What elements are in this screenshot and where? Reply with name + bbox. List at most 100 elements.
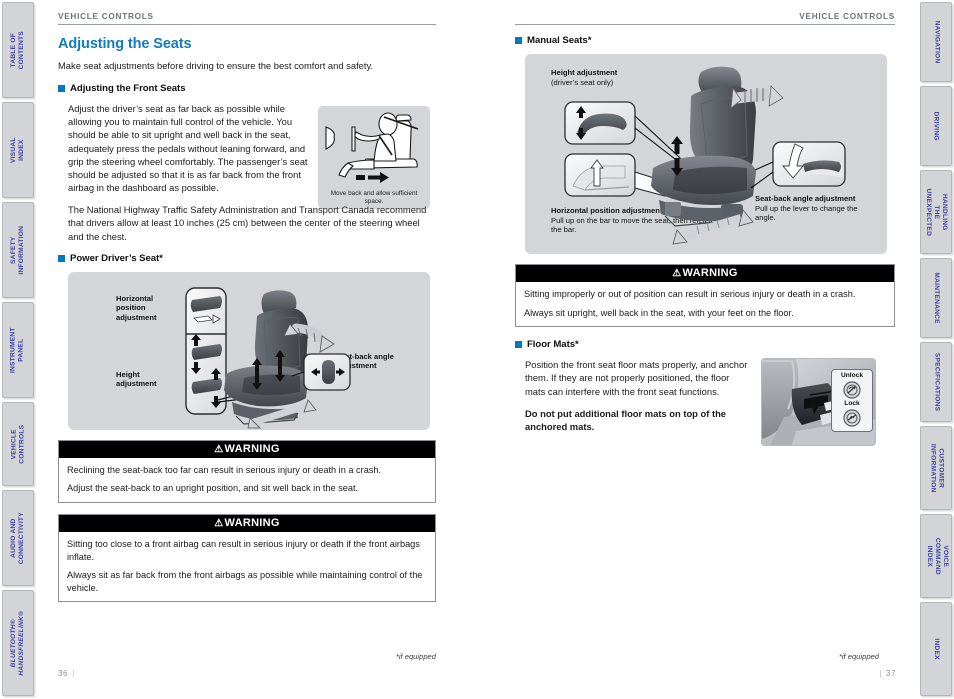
driver-posture-illustration	[325, 112, 419, 183]
left-page: VEHICLE CONTROLS Adjusting the Seats Mak…	[36, 0, 477, 699]
sidebar-tab-label: CUSTOMER INFORMATION	[929, 443, 945, 493]
folio-divider: |	[879, 669, 882, 678]
warning-title: WARNING	[224, 516, 280, 529]
sidebar-tab-label: VOICE COMMAND INDEX	[924, 537, 949, 575]
sidebar-tab-handling-the-unexpected[interactable]: HANDLING THE UNEXPECTED	[920, 170, 952, 254]
sidebar-tab-voice-command-index[interactable]: VOICE COMMAND INDEX	[920, 514, 952, 598]
warning-line: Always sit upright, well back in the sea…	[524, 307, 794, 318]
sidebar-tab-driving[interactable]: DRIVING	[920, 86, 952, 166]
right-page: VEHICLE CONTROLS Manual Seats* Height ad…	[477, 0, 918, 699]
sidebar-tab-label: INDEX	[933, 638, 941, 660]
sidebar-tab-label: SAFETY INFORMATION	[9, 225, 25, 275]
warning-header: ⚠WARNING	[59, 440, 435, 458]
section-heading-power-seat: Power Driver’s Seat*	[58, 253, 436, 264]
square-bullet-icon	[58, 254, 65, 262]
folio-divider: |	[72, 669, 75, 678]
figure-driver-posture: Move back and allow sufficient space.	[318, 106, 430, 210]
lock-label: Lock	[844, 400, 860, 408]
power-seat-illustration	[185, 287, 351, 429]
square-bullet-icon	[515, 37, 522, 44]
manual-spread: TABLE OF CONTENTS VISUAL INDEX SAFETY IN…	[0, 0, 954, 699]
section-heading-manual-seats: Manual Seats*	[515, 35, 895, 46]
sidebar-tab-navigation[interactable]: NAVIGATION	[920, 2, 952, 82]
floor-mats-paragraph-2: Do not put additional floor mats on top …	[525, 407, 727, 432]
warning-triangle-icon: ⚠	[672, 268, 682, 279]
square-bullet-icon	[58, 85, 65, 92]
sidebar-tab-label: MAINTENANCE	[933, 272, 941, 324]
warning-line: Sitting too close to a front airbag can …	[67, 538, 420, 562]
page-lede: Make seat adjustments before driving to …	[58, 60, 374, 71]
footnote-if-equipped: *if equipped	[838, 652, 879, 661]
sidebar-tab-index[interactable]: INDEX	[920, 602, 952, 696]
lock-callout: Unlock Lock	[831, 369, 873, 433]
running-head: VEHICLE CONTROLS	[58, 12, 436, 25]
sidebar-tab-audio-and-connectivity[interactable]: AUDIO AND CONNECTIVITY	[2, 490, 34, 586]
sidebar-tab-bluetooth-handsfreelink[interactable]: BLUETOOTH® HANDSFREELINK®	[2, 590, 34, 696]
front-seats-paragraph-2: The National Highway Traffic Safety Admi…	[68, 204, 427, 242]
page-number: | 37	[875, 669, 896, 678]
sidebar-tab-safety-information[interactable]: SAFETY INFORMATION	[2, 202, 34, 298]
figure-floor-mat-anchor: Unlock Lock	[761, 358, 876, 447]
warning-box-recline: ⚠WARNING Reclining the seat-back too far…	[58, 439, 436, 503]
warning-body: Reclining the seat-back too far can resu…	[59, 457, 435, 502]
page-number: 36 |	[58, 669, 79, 678]
warning-triangle-icon: ⚠	[214, 517, 224, 529]
sidebar-tab-label: BLUETOOTH® HANDSFREELINK®	[9, 610, 25, 676]
sidebar-tab-label: NAVIGATION	[933, 20, 941, 64]
sidebar-tab-label: AUDIO AND CONNECTIVITY	[9, 511, 25, 565]
warning-line: Always sit as far back from the front ai…	[67, 570, 423, 593]
sidebar-tab-visual-index[interactable]: VISUAL INDEX	[2, 102, 34, 198]
sidebar-tab-label: VISUAL INDEX	[9, 137, 25, 163]
right-tab-rail: NAVIGATION DRIVING HANDLING THE UNEXPECT…	[918, 0, 954, 699]
sidebar-tab-table-of-contents[interactable]: TABLE OF CONTENTS	[2, 2, 34, 98]
sidebar-tab-label: TABLE OF CONTENTS	[9, 30, 26, 70]
warning-body: Sitting too close to a front airbag can …	[59, 531, 435, 602]
warning-triangle-icon: ⚠	[214, 443, 224, 455]
sidebar-tab-maintenance[interactable]: MAINTENANCE	[920, 258, 952, 338]
section-heading-front-seats: Adjusting the Front Seats	[58, 83, 436, 94]
warning-title: WARNING	[224, 442, 280, 455]
sidebar-tab-label: VEHICLE CONTROLS	[9, 424, 25, 464]
sidebar-tab-label: SPECIFICATIONS	[933, 352, 941, 412]
front-seats-paragraph-1: Adjust the driver’s seat as far back as …	[68, 103, 308, 194]
sidebar-tab-label: INSTRUMENT PANEL	[9, 327, 26, 373]
warning-box-airbag: ⚠WARNING Sitting too close to a front ai…	[58, 513, 436, 603]
lock-icon	[843, 409, 861, 427]
floor-mats-row: Position the front seat floor mats prope…	[515, 358, 895, 447]
square-bullet-icon	[515, 341, 522, 349]
sidebar-tab-label: DRIVING	[933, 111, 941, 141]
floor-mats-paragraph-1: Position the front seat floor mats prope…	[525, 359, 748, 397]
floor-mats-text: Position the front seat floor mats prope…	[515, 358, 751, 442]
warning-line: Reclining the seat-back too far can resu…	[67, 464, 382, 475]
running-head: VEHICLE CONTROLS	[515, 12, 895, 25]
page-number-value: 36	[58, 669, 69, 678]
sidebar-tab-specifications[interactable]: SPECIFICATIONS	[920, 342, 952, 422]
warning-box-sitting-position: ⚠WARNING Sitting improperly or out of po…	[515, 264, 895, 328]
page-title: Adjusting the Seats	[58, 36, 192, 52]
sidebar-tab-vehicle-controls[interactable]: VEHICLE CONTROLS	[2, 402, 34, 486]
unlock-icon	[843, 381, 861, 399]
sidebar-tab-customer-information[interactable]: CUSTOMER INFORMATION	[920, 426, 952, 510]
warning-line: Sitting improperly or out of position ca…	[524, 289, 856, 299]
figure-power-seat: Horizontal position adjustment Height ad…	[68, 271, 430, 430]
warning-title: WARNING	[682, 267, 738, 279]
unlock-label: Unlock	[841, 372, 863, 380]
section-heading-label: Adjusting the Front Seats	[70, 83, 186, 94]
warning-header: ⚠WARNING	[516, 265, 894, 282]
warning-line: Adjust the seat-back to an upright posit…	[67, 483, 359, 494]
front-seats-text: Adjust the driver’s seat as far back as …	[58, 102, 308, 203]
sidebar-tab-label: HANDLING THE UNEXPECTED	[924, 188, 949, 236]
figure-manual-seats: Height adjustment (driver’s seat only) H…	[525, 54, 887, 254]
page-number-value: 37	[885, 669, 896, 678]
right-page-content: VEHICLE CONTROLS Manual Seats* Height ad…	[515, 12, 895, 447]
footnote-if-equipped: *if equipped	[395, 652, 436, 661]
move-back-arrow-icon	[356, 172, 389, 183]
left-tab-rail: TABLE OF CONTENTS VISUAL INDEX SAFETY IN…	[0, 0, 36, 699]
sidebar-tab-instrument-panel[interactable]: INSTRUMENT PANEL	[2, 302, 34, 398]
warning-body: Sitting improperly or out of position ca…	[516, 282, 894, 327]
section-heading-floor-mats: Floor Mats*	[515, 339, 895, 350]
section-heading-label: Floor Mats*	[527, 339, 579, 351]
section-heading-label: Power Driver’s Seat*	[70, 252, 163, 264]
left-page-content: VEHICLE CONTROLS Adjusting the Seats Mak…	[58, 12, 436, 613]
front-seats-row: Adjust the driver’s seat as far back as …	[58, 102, 436, 210]
